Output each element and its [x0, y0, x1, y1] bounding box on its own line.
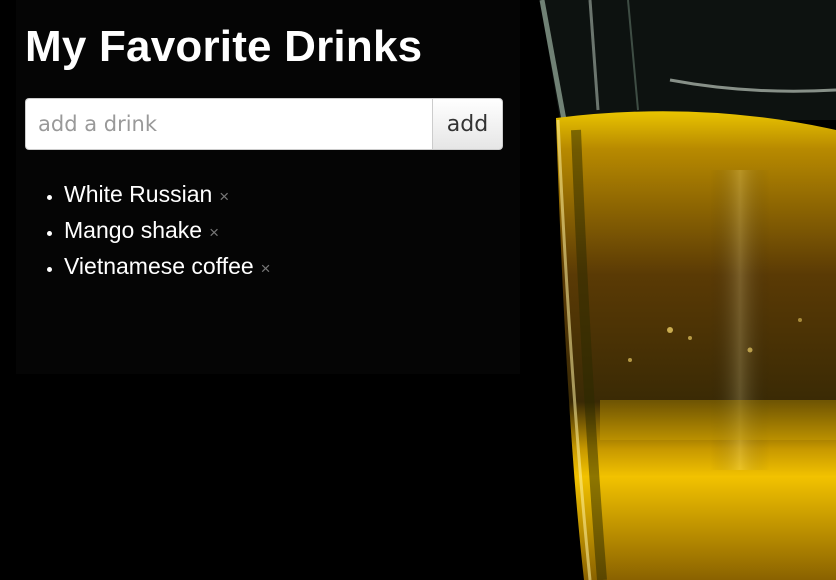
remove-icon[interactable]: ×	[261, 259, 271, 278]
drink-name: Mango shake	[64, 217, 203, 243]
drink-input[interactable]	[25, 98, 432, 150]
list-item: Mango shake ×	[64, 212, 271, 248]
background-glass-photo	[520, 0, 836, 580]
list-item: White Russian ×	[64, 176, 271, 212]
drink-list: White Russian × Mango shake × Vietnamese c…	[25, 176, 271, 284]
page: My Favorite Drinks add White Russian × Ma…	[0, 0, 836, 580]
remove-icon[interactable]: ×	[219, 187, 229, 206]
page-title: My Favorite Drinks	[25, 22, 423, 71]
list-item: Vietnamese coffee ×	[64, 248, 271, 284]
drink-name: Vietnamese coffee	[64, 253, 254, 279]
remove-icon[interactable]: ×	[209, 223, 219, 242]
drink-name: White Russian	[64, 181, 213, 207]
add-drink-form: add	[25, 98, 503, 150]
add-button[interactable]: add	[432, 98, 503, 150]
